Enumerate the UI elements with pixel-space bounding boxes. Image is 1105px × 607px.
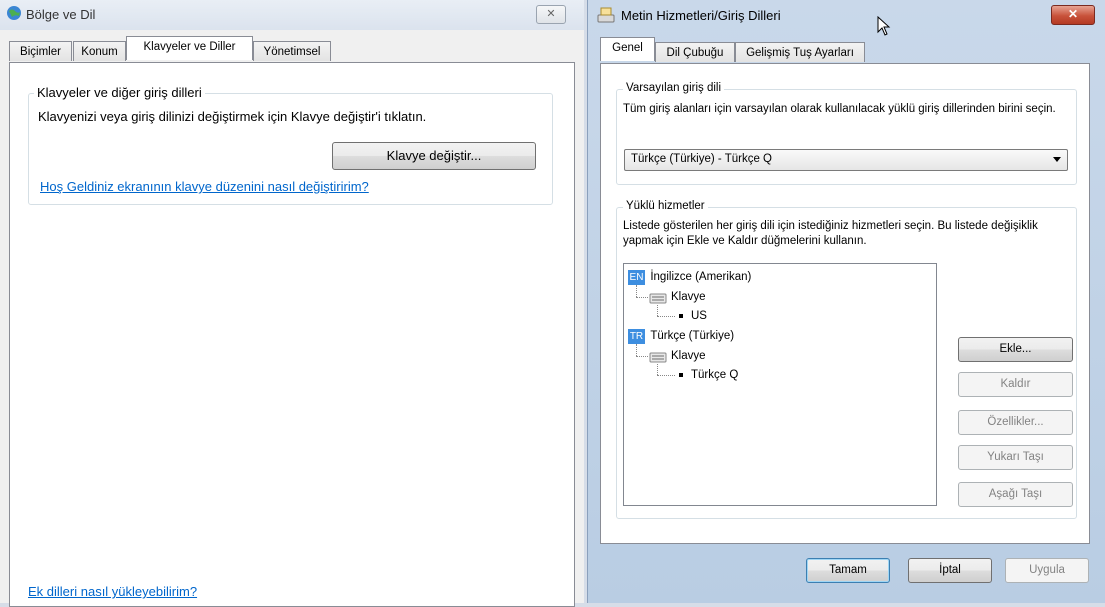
group-description: Klavyenizi veya giriş dilinizi değiştirm… <box>38 109 427 124</box>
language-badge-en: EN <box>628 270 645 285</box>
move-down-button[interactable]: Aşağı Taşı <box>958 482 1073 507</box>
tree-item-turkish[interactable]: TR Türkçe (Türkiye) <box>628 328 734 344</box>
tab-general[interactable]: Genel <box>600 37 655 61</box>
welcome-screen-keyboard-link[interactable]: Hoş Geldiniz ekranının klavye düzenini n… <box>40 179 369 194</box>
tab-keyboards-languages[interactable]: Klavyeler ve Diller <box>126 36 253 60</box>
cancel-button[interactable]: İptal <box>908 558 992 583</box>
language-badge-tr: TR <box>628 329 645 344</box>
default-language-description: Tüm giriş alanları için varsayılan olara… <box>623 103 1056 115</box>
installed-services-title: Yüklü hizmetler <box>623 200 708 212</box>
default-language-title: Varsayılan giriş dili <box>623 82 725 94</box>
text-services-window: Metin Hizmetleri/Giriş Dilleri ✕ Genel D… <box>587 0 1105 603</box>
left-titlebar: Bölge ve Dil ✕ <box>0 0 584 30</box>
move-up-button[interactable]: Yukarı Taşı <box>958 445 1073 470</box>
tree-label-keyboard[interactable]: Klavye <box>671 350 706 362</box>
tree-connector <box>636 285 637 297</box>
installed-services-tree[interactable]: EN İngilizce (Amerikan) Klavye US TR Tür… <box>623 263 937 506</box>
close-button[interactable]: ✕ <box>536 5 566 24</box>
bullet-icon <box>679 373 683 377</box>
tree-connector <box>636 356 648 357</box>
tab-formats[interactable]: Biçimler <box>9 41 72 61</box>
right-window-title: Metin Hizmetleri/Giriş Dilleri <box>621 8 781 23</box>
close-button[interactable]: ✕ <box>1051 5 1095 25</box>
keyboard-icon <box>649 290 667 304</box>
tree-label-layout-turkish-q[interactable]: Türkçe Q <box>691 369 738 381</box>
tree-label-turkish: Türkçe (Türkiye) <box>650 330 735 342</box>
tree-connector <box>657 364 658 375</box>
keyboards-panel: Klavyeler ve diğer giriş dilleri Klavyen… <box>9 62 575 607</box>
tree-item-english[interactable]: EN İngilizce (Amerikan) <box>628 269 751 285</box>
left-window-title: Bölge ve Dil <box>26 7 96 22</box>
tree-label-keyboard[interactable]: Klavye <box>671 291 706 303</box>
change-keyboards-button[interactable]: Klavye değiştir... <box>332 142 536 170</box>
installed-services-description: Listede gösterilen her giriş dili için i… <box>623 220 1038 247</box>
globe-icon <box>6 5 22 21</box>
tab-advanced-key-settings[interactable]: Gelişmiş Tuş Ayarları <box>735 42 865 62</box>
tree-connector <box>636 297 648 298</box>
properties-button[interactable]: Özellikler... <box>958 410 1073 435</box>
tab-administrative[interactable]: Yönetimsel <box>253 41 331 61</box>
left-tab-strip: Biçimler Konum Klavyeler ve Diller Yönet… <box>9 36 575 63</box>
tree-connector <box>636 344 637 356</box>
default-language-value: Türkçe (Türkiye) - Türkçe Q <box>631 153 772 165</box>
general-panel: Varsayılan giriş dili Tüm giriş alanları… <box>600 63 1090 544</box>
remove-button[interactable]: Kaldır <box>958 372 1073 397</box>
group-title: Klavyeler ve diğer giriş dilleri <box>34 85 205 100</box>
apply-button[interactable]: Uygula <box>1005 558 1089 583</box>
tree-label-english: İngilizce (Amerikan) <box>650 271 752 283</box>
install-languages-link[interactable]: Ek dilleri nasıl yükleyebilirim? <box>28 584 197 599</box>
tree-label-layout-us[interactable]: US <box>691 310 707 322</box>
region-language-window: Bölge ve Dil ✕ Biçimler Konum Klavyeler … <box>0 0 584 607</box>
add-button[interactable]: Ekle... <box>958 337 1073 362</box>
bullet-icon <box>679 314 683 318</box>
text-services-icon <box>597 7 615 23</box>
tree-connector <box>657 305 658 316</box>
tab-location[interactable]: Konum <box>73 41 126 61</box>
right-tab-strip: Genel Dil Çubuğu Gelişmiş Tuş Ayarları <box>600 37 1090 64</box>
tree-connector <box>657 316 675 317</box>
keyboard-icon <box>649 349 667 363</box>
ok-button[interactable]: Tamam <box>806 558 890 583</box>
chevron-down-icon <box>1053 157 1061 162</box>
tree-connector <box>657 375 675 376</box>
default-language-select[interactable]: Türkçe (Türkiye) - Türkçe Q <box>624 149 1068 171</box>
tab-language-bar[interactable]: Dil Çubuğu <box>655 42 735 62</box>
mouse-cursor-icon <box>877 15 891 36</box>
